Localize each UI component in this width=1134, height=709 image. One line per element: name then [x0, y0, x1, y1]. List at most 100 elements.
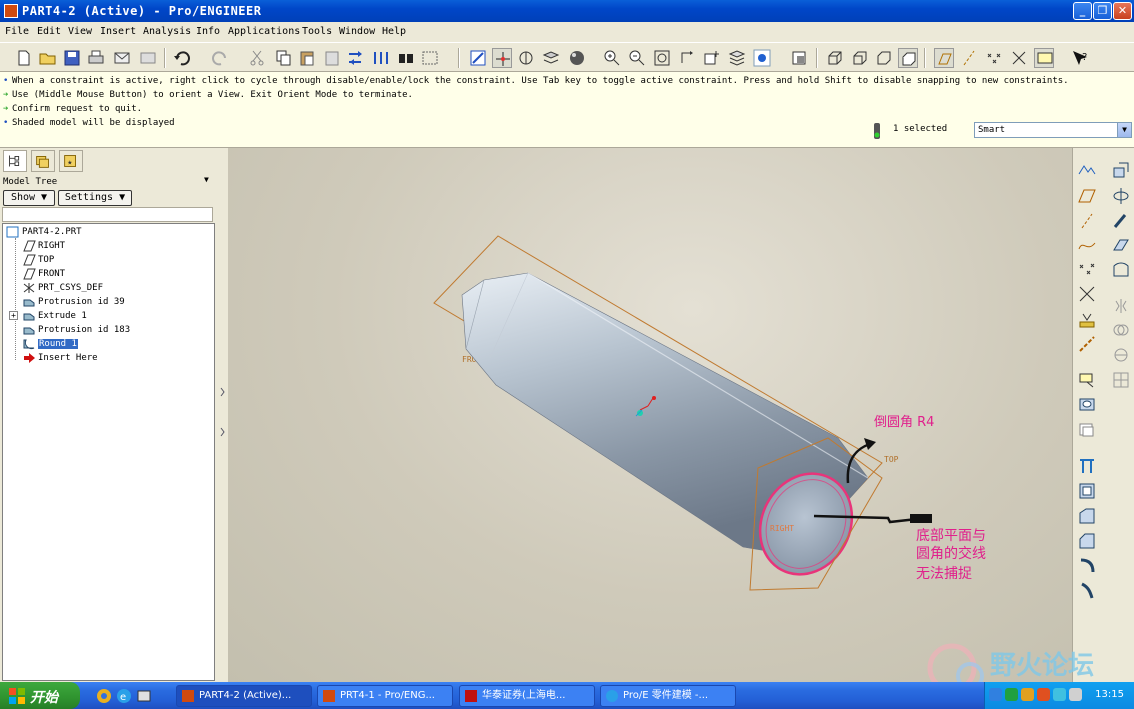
menu-window[interactable]: Window — [339, 26, 375, 37]
tab-folder-browser[interactable] — [31, 150, 55, 172]
tray-app-icon[interactable] — [1069, 688, 1082, 701]
open-folder-icon[interactable] — [38, 48, 58, 68]
tree-node-right[interactable]: RIGHT — [22, 239, 65, 253]
sweep-tool-icon[interactable] — [1111, 211, 1131, 231]
tree-node-protrusion-39[interactable]: Protrusion id 39 — [22, 295, 125, 309]
tree-node-front[interactable]: FRONT — [22, 267, 65, 281]
taskbar-item-prt4-1[interactable]: PRT4-1 - Pro/ENG... — [317, 685, 453, 707]
datum-curve-tool-icon[interactable] — [1077, 235, 1097, 255]
rib-tool-icon[interactable] — [1077, 456, 1097, 476]
refit-icon[interactable] — [652, 48, 672, 68]
tree-node-extrude-1[interactable]: Extrude 1 — [22, 309, 87, 323]
no-hidden-icon[interactable] — [874, 48, 894, 68]
graphics-window[interactable]: FRONT RIGHT TOP 倒圆角 R4 底部平面与 圆角的交线 无法捕捉 — [228, 148, 1072, 682]
view-manager-icon[interactable] — [727, 48, 747, 68]
wireframe-icon[interactable] — [825, 48, 845, 68]
sketch-tool-icon[interactable] — [1077, 160, 1097, 180]
tree-node-top[interactable]: TOP — [22, 253, 54, 267]
start-button[interactable]: 开始 — [0, 682, 80, 709]
menu-analysis[interactable]: Analysis — [143, 26, 191, 37]
saved-views-icon[interactable] — [702, 48, 722, 68]
model-view[interactable]: FRONT RIGHT TOP 倒圆角 R4 底部平面与 圆角的交线 无法捕捉 — [228, 148, 1072, 682]
regenerate-icon[interactable] — [346, 48, 366, 68]
zoom-out-icon[interactable] — [627, 48, 647, 68]
analysis-feature-icon[interactable] — [1077, 310, 1097, 330]
extrude-tool-icon[interactable] — [1111, 160, 1131, 180]
layers-icon[interactable] — [541, 48, 561, 68]
annotation-toggle-icon[interactable] — [1034, 48, 1054, 68]
shading-icon[interactable] — [898, 48, 918, 68]
email-link-icon[interactable] — [138, 48, 158, 68]
model-display-icon[interactable] — [789, 48, 809, 68]
hole-tool-icon[interactable] — [1077, 394, 1097, 414]
security-icon[interactable] — [1005, 688, 1018, 701]
datum-plane-tool-icon[interactable] — [1077, 186, 1097, 206]
qq-icon[interactable] — [1021, 688, 1034, 701]
display-style-icon[interactable] — [752, 48, 772, 68]
edge-round-tool-icon[interactable] — [1077, 556, 1097, 576]
tree-node-round-1[interactable]: Round 1 — [22, 337, 78, 351]
selection-box-icon[interactable] — [420, 48, 440, 68]
tab-model-tree[interactable] — [3, 150, 27, 172]
menu-applications[interactable]: Applications — [228, 26, 300, 37]
copy-icon[interactable] — [273, 48, 293, 68]
save-icon[interactable] — [62, 48, 82, 68]
chrome-quicklaunch-icon[interactable] — [96, 688, 112, 704]
draft-tool-icon[interactable] — [1077, 481, 1097, 501]
menu-insert[interactable]: Insert — [100, 26, 136, 37]
panel-menu-icon[interactable]: ▼ — [204, 175, 209, 184]
email-icon[interactable] — [112, 48, 132, 68]
mirror-tool-icon[interactable] — [1111, 296, 1131, 316]
shell-tool-icon[interactable] — [1077, 419, 1097, 439]
merge-tool-icon[interactable] — [1111, 320, 1131, 340]
new-file-icon[interactable] — [14, 48, 34, 68]
menu-file[interactable]: File — [5, 26, 29, 37]
reorient-icon[interactable] — [677, 48, 697, 68]
revolve-tool-icon[interactable] — [1111, 186, 1131, 206]
auto-round-tool-icon[interactable] — [1077, 581, 1097, 601]
regen-manager-icon[interactable] — [371, 48, 391, 68]
tab-favorites[interactable]: ★ — [59, 150, 83, 172]
datum-axes-toggle-icon[interactable] — [959, 48, 979, 68]
hidden-line-icon[interactable] — [850, 48, 870, 68]
blend-tool-icon[interactable] — [1111, 235, 1131, 255]
spin-center-icon[interactable] — [492, 48, 512, 68]
sound-icon[interactable] — [1037, 688, 1050, 701]
taskbar-item-part4-2[interactable]: PART4-2 (Active)... — [176, 685, 312, 707]
tree-node-csys[interactable]: PRT_CSYS_DEF — [22, 281, 103, 295]
csys-tool-icon[interactable] — [1077, 284, 1097, 304]
repaint-icon[interactable] — [468, 48, 488, 68]
zoom-in-icon[interactable] — [602, 48, 622, 68]
undo-icon[interactable] — [172, 48, 192, 68]
trim-tool-icon[interactable] — [1111, 345, 1131, 365]
datum-planes-toggle-icon[interactable] — [934, 48, 954, 68]
panel-splitter[interactable] — [218, 148, 228, 682]
variable-sweep-tool-icon[interactable] — [1111, 260, 1131, 280]
close-button[interactable]: ✕ — [1113, 2, 1132, 20]
tree-node-insert-here[interactable]: Insert Here — [22, 351, 98, 365]
context-help-icon[interactable]: ? — [1070, 48, 1090, 68]
datum-axis-tool-icon[interactable] — [1077, 211, 1097, 231]
tree-expand-toggle[interactable]: + — [9, 309, 22, 323]
network-icon[interactable] — [989, 688, 1002, 701]
find-icon[interactable] — [396, 48, 416, 68]
datum-point-tool-icon[interactable] — [1077, 260, 1097, 280]
menu-help[interactable]: Help — [382, 26, 406, 37]
menu-edit[interactable]: Edit — [37, 26, 61, 37]
taskbar-item-proe-tutorial[interactable]: Pro/E 零件建模 -... — [600, 685, 736, 707]
paste-icon[interactable] — [297, 48, 317, 68]
annotation-feature-icon[interactable] — [1077, 370, 1097, 390]
menu-tools[interactable]: Tools — [302, 26, 332, 37]
round-tool-icon[interactable] — [1077, 506, 1097, 526]
taskbar-item-huatai[interactable]: 华泰证券(上海电... — [459, 685, 595, 707]
tree-node-part[interactable]: PART4-2.PRT — [6, 225, 82, 239]
redo-icon[interactable] — [210, 48, 230, 68]
cut-icon[interactable] — [247, 48, 267, 68]
restore-button[interactable]: ❐ — [1093, 2, 1112, 20]
selection-filter-dropdown[interactable]: Smart ▼ — [974, 122, 1132, 138]
input-method-icon[interactable] — [1053, 688, 1066, 701]
traffic-light-icon[interactable] — [872, 122, 882, 140]
show-desktop-icon[interactable] — [136, 688, 152, 704]
orient-mode-icon[interactable] — [516, 48, 536, 68]
minimize-button[interactable]: _ — [1073, 2, 1092, 20]
